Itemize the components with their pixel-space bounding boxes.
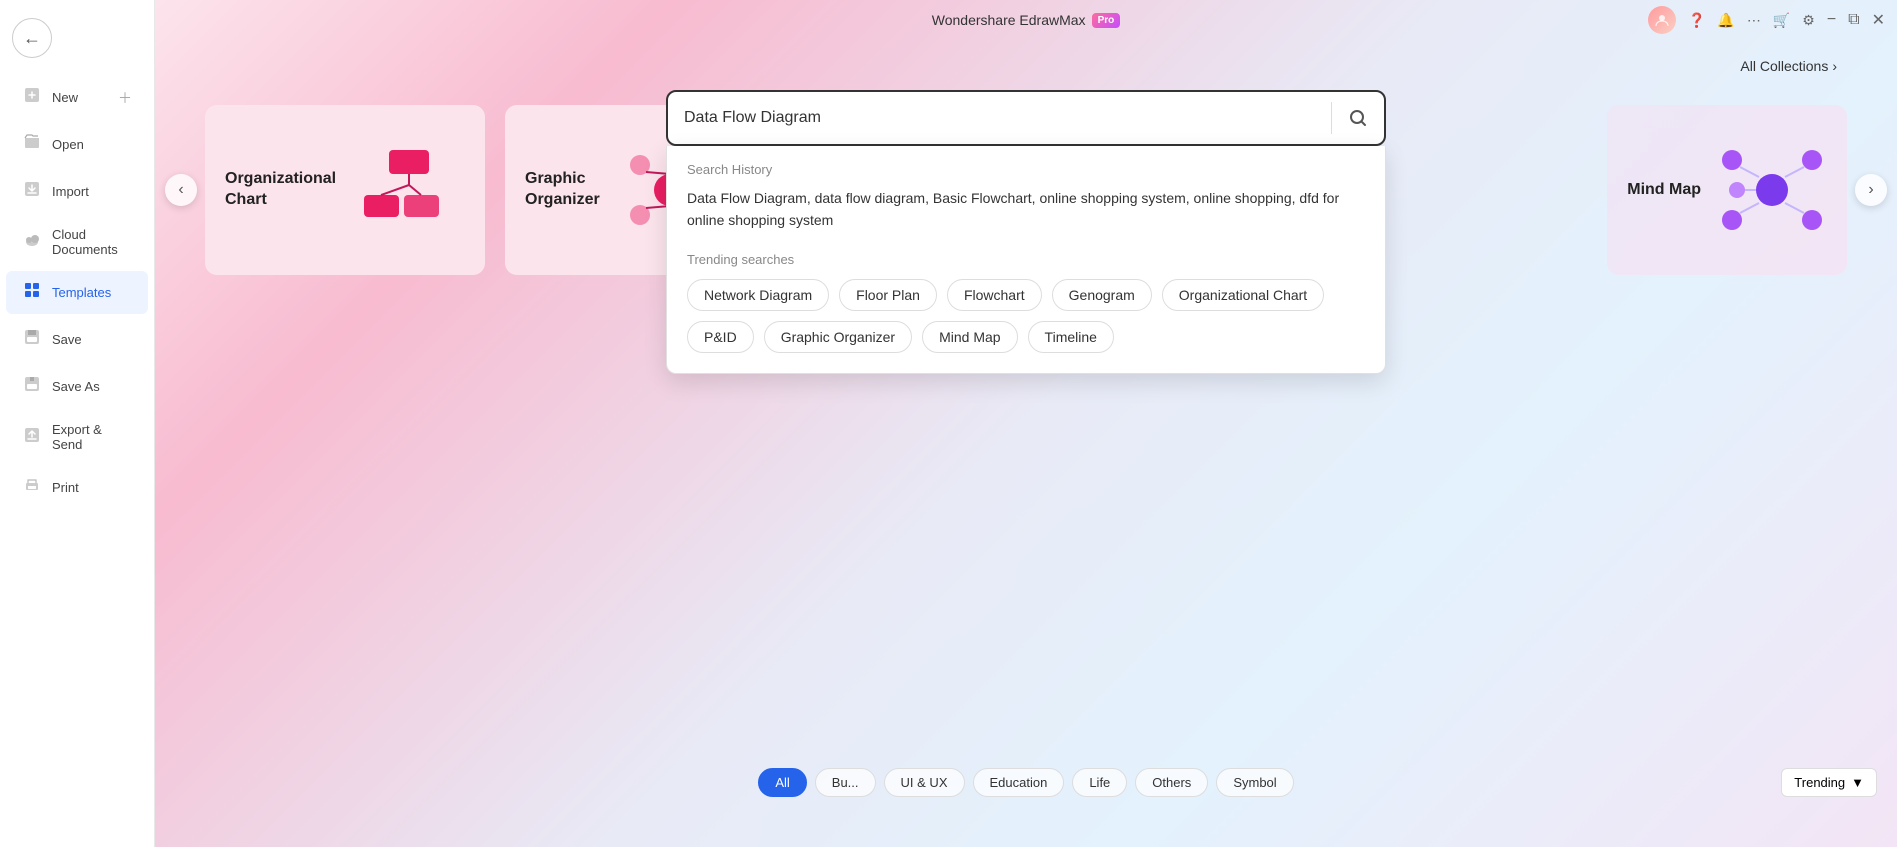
search-history-text[interactable]: Data Flow Diagram, data flow diagram, Ba… [687,187,1365,232]
filter-education[interactable]: Education [973,768,1065,797]
export-icon [22,426,42,449]
bell-icon[interactable]: 🔔 [1717,12,1734,29]
back-icon: ← [23,28,41,49]
sidebar-item-import[interactable]: Import [6,170,148,213]
filter-life[interactable]: Life [1072,768,1127,797]
chevron-down-icon: ▼ [1851,775,1864,790]
pro-badge: Pro [1092,13,1121,28]
sidebar-item-export[interactable]: Export & Send [6,412,148,462]
new-icon [22,86,42,109]
apps-icon[interactable]: ⋯ [1747,12,1761,29]
sidebar-item-export-label: Export & Send [52,422,132,452]
trending-sort-dropdown[interactable]: Trending ▼ [1781,768,1877,797]
all-collections-link[interactable]: All Collections › [1740,58,1837,74]
all-collections-label: All Collections [1740,58,1828,74]
sidebar-item-cloud-label: Cloud Documents [52,227,132,257]
search-bar [666,90,1386,146]
chip-genogram[interactable]: Genogram [1052,279,1152,311]
sidebar-item-new-label: New [52,90,78,105]
chevron-right-icon: › [1832,58,1837,74]
new-plus-icon: ＋ [118,88,132,108]
sidebar-item-open[interactable]: Open [6,123,148,166]
chip-floor-plan[interactable]: Floor Plan [839,279,937,311]
close-button[interactable]: ✕ [1872,10,1885,30]
chip-timeline[interactable]: Timeline [1028,321,1114,353]
sidebar-item-templates[interactable]: Templates [6,271,148,314]
print-icon [22,476,42,499]
back-button[interactable]: ← [12,18,52,58]
open-icon [22,133,42,156]
trending-chips: Network Diagram Floor Plan Flowchart Gen… [687,279,1365,353]
cloud-icon [22,231,42,254]
carousel-prev-button[interactable]: ‹ [165,174,197,206]
import-icon [22,180,42,203]
search-container: Search History Data Flow Diagram, data f… [666,90,1386,146]
filter-others[interactable]: Others [1135,768,1208,797]
chip-network-diagram[interactable]: Network Diagram [687,279,829,311]
save-icon [22,328,42,351]
filter-symbol[interactable]: Symbol [1216,768,1293,797]
sidebar-item-print[interactable]: Print [6,466,148,509]
search-button[interactable] [1336,96,1380,140]
sidebar-item-save[interactable]: Save [6,318,148,361]
carousel-next-button[interactable]: › [1855,174,1887,206]
content-area: Search History Data Flow Diagram, data f… [155,40,1897,847]
app-title: Wondershare EdrawMax [932,12,1086,28]
filter-row: All Bu... UI & UX Education Life Others … [155,768,1897,797]
chip-mind-map[interactable]: Mind Map [922,321,1017,353]
main-content: Wondershare EdrawMax Pro ❓ 🔔 ⋯ 🛒 ⚙ − ⧉ ✕… [155,0,1897,847]
search-input[interactable] [668,109,1327,127]
store-icon[interactable]: 🛒 [1773,12,1790,29]
search-divider [1331,102,1332,134]
history-label: Search History [687,162,1365,177]
trending-label: Trending searches [687,252,1365,267]
filter-business[interactable]: Bu... [815,768,876,797]
sidebar-item-saveas[interactable]: Save As [6,365,148,408]
chip-pid[interactable]: P&ID [687,321,754,353]
sidebar-item-print-label: Print [52,480,79,495]
chip-graphic-organizer[interactable]: Graphic Organizer [764,321,912,353]
avatar[interactable] [1648,6,1676,34]
sidebar: ← New ＋ Open Import Cloud Documents Temp… [0,0,155,847]
chip-flowchart[interactable]: Flowchart [947,279,1042,311]
chip-organizational-chart[interactable]: Organizational Chart [1162,279,1324,311]
saveas-icon [22,375,42,398]
minimize-button[interactable]: − [1827,11,1836,29]
sidebar-item-new[interactable]: New ＋ [6,76,148,119]
titlebar: Wondershare EdrawMax Pro ❓ 🔔 ⋯ 🛒 ⚙ − ⧉ ✕ [155,0,1897,40]
help-icon[interactable]: ❓ [1688,12,1705,29]
sidebar-item-import-label: Import [52,184,89,199]
sidebar-item-open-label: Open [52,137,84,152]
trending-sort-label: Trending [1794,775,1845,790]
sidebar-item-save-label: Save [52,332,82,347]
sidebar-item-saveas-label: Save As [52,379,100,394]
settings-icon[interactable]: ⚙ [1802,12,1815,29]
window-controls: ❓ 🔔 ⋯ 🛒 ⚙ − ⧉ ✕ [1648,6,1885,34]
maximize-button[interactable]: ⧉ [1848,11,1859,29]
filter-ui-ux[interactable]: UI & UX [884,768,965,797]
templates-icon [22,281,42,304]
filter-all[interactable]: All [758,768,806,797]
search-dropdown: Search History Data Flow Diagram, data f… [666,146,1386,374]
sidebar-item-cloud[interactable]: Cloud Documents [6,217,148,267]
sidebar-item-templates-label: Templates [52,285,111,300]
